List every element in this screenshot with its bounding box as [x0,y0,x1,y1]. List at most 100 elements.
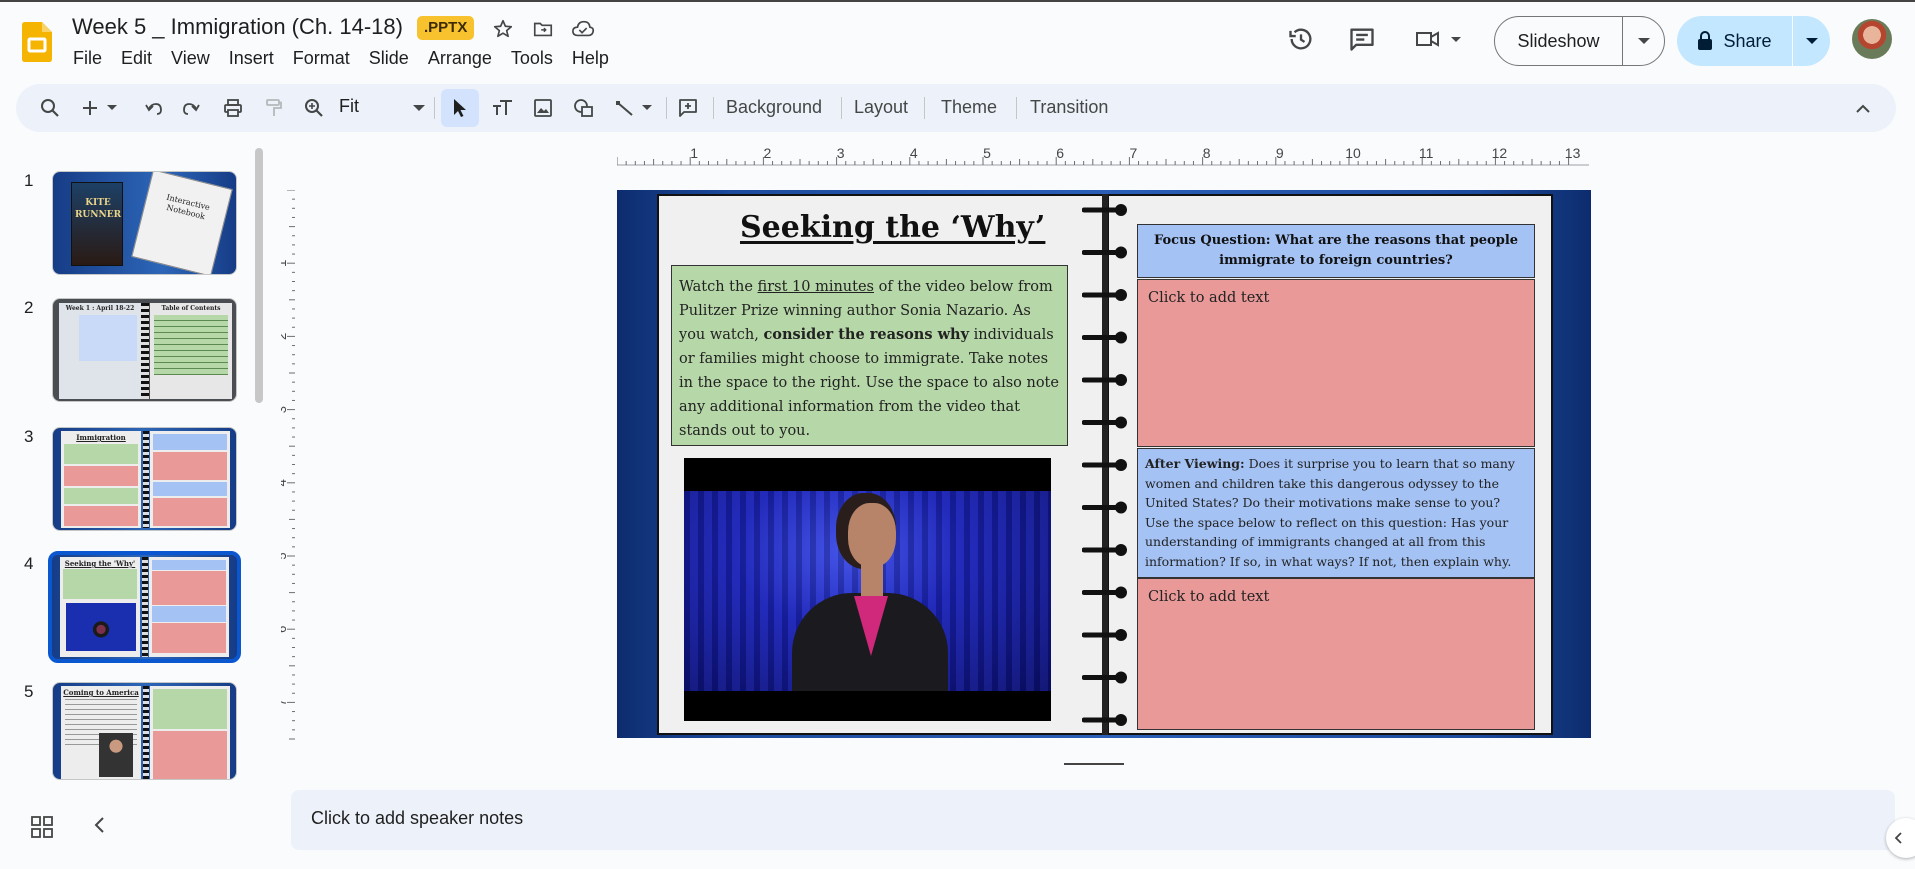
after-viewing-box[interactable]: After Viewing: Does it surprise you to l… [1137,448,1535,578]
comments-icon[interactable] [1347,24,1377,54]
menu-help[interactable]: Help [572,48,609,69]
document-title[interactable]: Week 5 _ Immigration (Ch. 14-18) [72,14,403,40]
insert-image-icon[interactable] [531,96,555,120]
notes-placeholder-2[interactable]: Click to add text [1137,578,1535,730]
spiral-hole [1115,459,1127,471]
slide-thumbnail-5[interactable]: Coming to America [52,682,237,780]
thumb-green [64,444,138,464]
thumb-blue [153,434,227,450]
slide-thumbnail-3[interactable]: Immigration [52,427,237,531]
ruler-label: 3 [837,146,845,161]
notes-resize-handle[interactable] [1064,763,1124,765]
ruler-label: 7 [281,699,289,706]
thumb-title: Coming to America [63,688,139,697]
thumb-right-title: Table of Contents [161,305,221,312]
slide-thumbnail-2[interactable]: Week 1 : April 18-22 Table of Contents [52,298,237,402]
divider [924,97,925,119]
paint-format-icon[interactable] [262,96,286,120]
menu-format[interactable]: Format [293,48,350,69]
zoom-dropdown-icon[interactable] [407,96,431,120]
filmstrip-scrollbar[interactable] [255,148,263,403]
notebook-page: Interactive Notebook [131,172,233,274]
zoom-value[interactable]: Fit [339,96,359,117]
menu-file[interactable]: File [73,48,102,69]
meet-camera-icon[interactable] [1413,24,1469,54]
thumb-pink [153,731,227,779]
ruler-label: 1 [690,146,698,161]
menu-arrange[interactable]: Arrange [428,48,492,69]
theme-button[interactable]: Theme [941,97,997,118]
thumb-spiral [141,303,149,399]
divider [434,97,435,119]
share-button[interactable]: Share [1677,16,1830,66]
move-folder-icon[interactable] [530,16,556,42]
menu-view[interactable]: View [171,48,210,69]
collapse-filmstrip-chevron-icon[interactable] [93,815,107,835]
ruler-label: 6 [1056,146,1064,161]
focus-question-box[interactable]: Focus Question: What are the reasons tha… [1137,224,1535,278]
slideshow-options-chevron-icon[interactable] [1623,37,1664,45]
hide-menus-chevron-up-icon[interactable] [1851,96,1875,120]
thumb-blue [153,482,227,496]
slide-number: 1 [24,171,34,190]
after-viewing-text: Does it surprise you to learn that so ma… [1145,456,1515,569]
star-icon[interactable] [490,16,516,42]
menu-slide[interactable]: Slide [369,48,409,69]
transition-button[interactable]: Transition [1030,97,1108,118]
notes-placeholder-1[interactable]: Click to add text [1137,279,1535,447]
thumb-spiral [142,557,148,657]
slide-title[interactable]: Seeking the ‘Why’ [740,210,1045,245]
menu-edit[interactable]: Edit [121,48,152,69]
thumb-list-box [79,315,137,361]
spiral-hole [1115,544,1127,556]
horizontal-ruler[interactable]: 1 2 3 4 5 6 7 8 9 10 11 12 13 [617,146,1589,166]
shape-icon[interactable] [572,96,596,120]
thumb-left-title: Week 1 : April 18-22 [65,305,135,312]
share-options-chevron-icon[interactable] [1793,37,1830,45]
vertical-ruler[interactable]: 1 2 3 4 5 6 7 [281,190,295,740]
speaker-notes-placeholder[interactable]: Click to add speaker notes [311,808,523,829]
layout-button[interactable]: Layout [854,97,908,118]
instructions-text-box[interactable]: Watch the first 10 minutes of the video … [671,265,1068,446]
ruler-label: 5 [281,552,289,559]
account-avatar[interactable] [1852,19,1892,59]
slide-thumbnail-1[interactable]: KITE RUNNER Interactive Notebook [52,171,237,275]
new-slide-plus-icon[interactable] [78,96,102,120]
line-dropdown-icon[interactable] [640,96,654,120]
slide-thumbnail-4-selected[interactable]: Seeking the 'Why' [48,551,241,663]
line-icon[interactable] [613,96,637,120]
embedded-video[interactable] [684,458,1051,721]
select-cursor-icon[interactable] [441,89,479,127]
side-panel-toggle[interactable] [1886,818,1915,858]
slideshow-button[interactable]: Slideshow [1494,16,1665,66]
slideshow-label[interactable]: Slideshow [1495,31,1622,52]
new-slide-dropdown-icon[interactable] [105,96,119,120]
book-title-text: KITE RUNNER [74,198,122,220]
spiral-hole [1115,204,1127,216]
menu-insert[interactable]: Insert [229,48,274,69]
ruler-label: 3 [281,406,289,413]
text-box-icon[interactable] [489,96,517,120]
ruler-label: 4 [910,146,918,161]
share-label[interactable]: Share [1723,31,1771,52]
slides-logo-icon[interactable] [22,22,52,62]
ruler-label: 4 [281,479,289,486]
search-menus-icon[interactable] [38,96,62,120]
slide-number: 2 [24,298,34,317]
cloud-status-icon[interactable] [570,16,596,42]
grid-view-icon[interactable] [31,816,53,838]
redo-icon[interactable] [179,96,203,120]
version-history-icon[interactable] [1286,24,1316,54]
video-speaker-head [848,503,896,567]
background-button[interactable]: Background [726,97,822,118]
menu-tools[interactable]: Tools [511,48,553,69]
print-icon[interactable] [221,96,245,120]
thumb-green [64,488,138,504]
speaker-notes[interactable]: Click to add speaker notes [291,790,1895,850]
zoom-icon[interactable] [302,96,326,120]
add-comment-icon[interactable] [676,96,700,120]
share-main[interactable]: Share [1677,31,1792,52]
thumb-title: Immigration [76,433,126,442]
undo-icon[interactable] [142,96,166,120]
ruler-label: 6 [281,626,289,633]
